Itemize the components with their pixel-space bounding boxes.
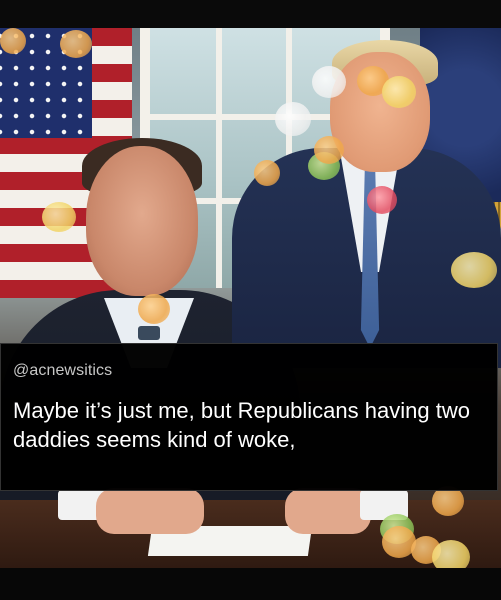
- post-caption-card: @acnewsitics Maybe it’s just me, but Rep…: [0, 343, 498, 491]
- post-handle: @acnewsitics: [13, 362, 113, 379]
- right-hand: [285, 488, 371, 534]
- bokeh-light: [0, 28, 26, 54]
- bokeh-light: [138, 294, 170, 324]
- bokeh-light: [314, 136, 344, 164]
- person-foreground-tie: [138, 326, 160, 340]
- left-hand: [96, 488, 204, 534]
- bokeh-light: [432, 540, 470, 568]
- bokeh-light: [382, 76, 416, 108]
- top-black-band: [0, 0, 501, 28]
- bokeh-light: [275, 102, 311, 136]
- bokeh-light: [42, 202, 76, 232]
- bokeh-light: [60, 30, 92, 58]
- bokeh-light: [367, 186, 397, 214]
- bokeh-light: [254, 160, 280, 186]
- bottom-black-band: [0, 568, 501, 600]
- post-text: Maybe it’s just me, but Republicans havi…: [13, 398, 470, 452]
- bokeh-light: [451, 252, 497, 288]
- person-foreground-head: [86, 146, 198, 296]
- bokeh-light: [312, 66, 346, 98]
